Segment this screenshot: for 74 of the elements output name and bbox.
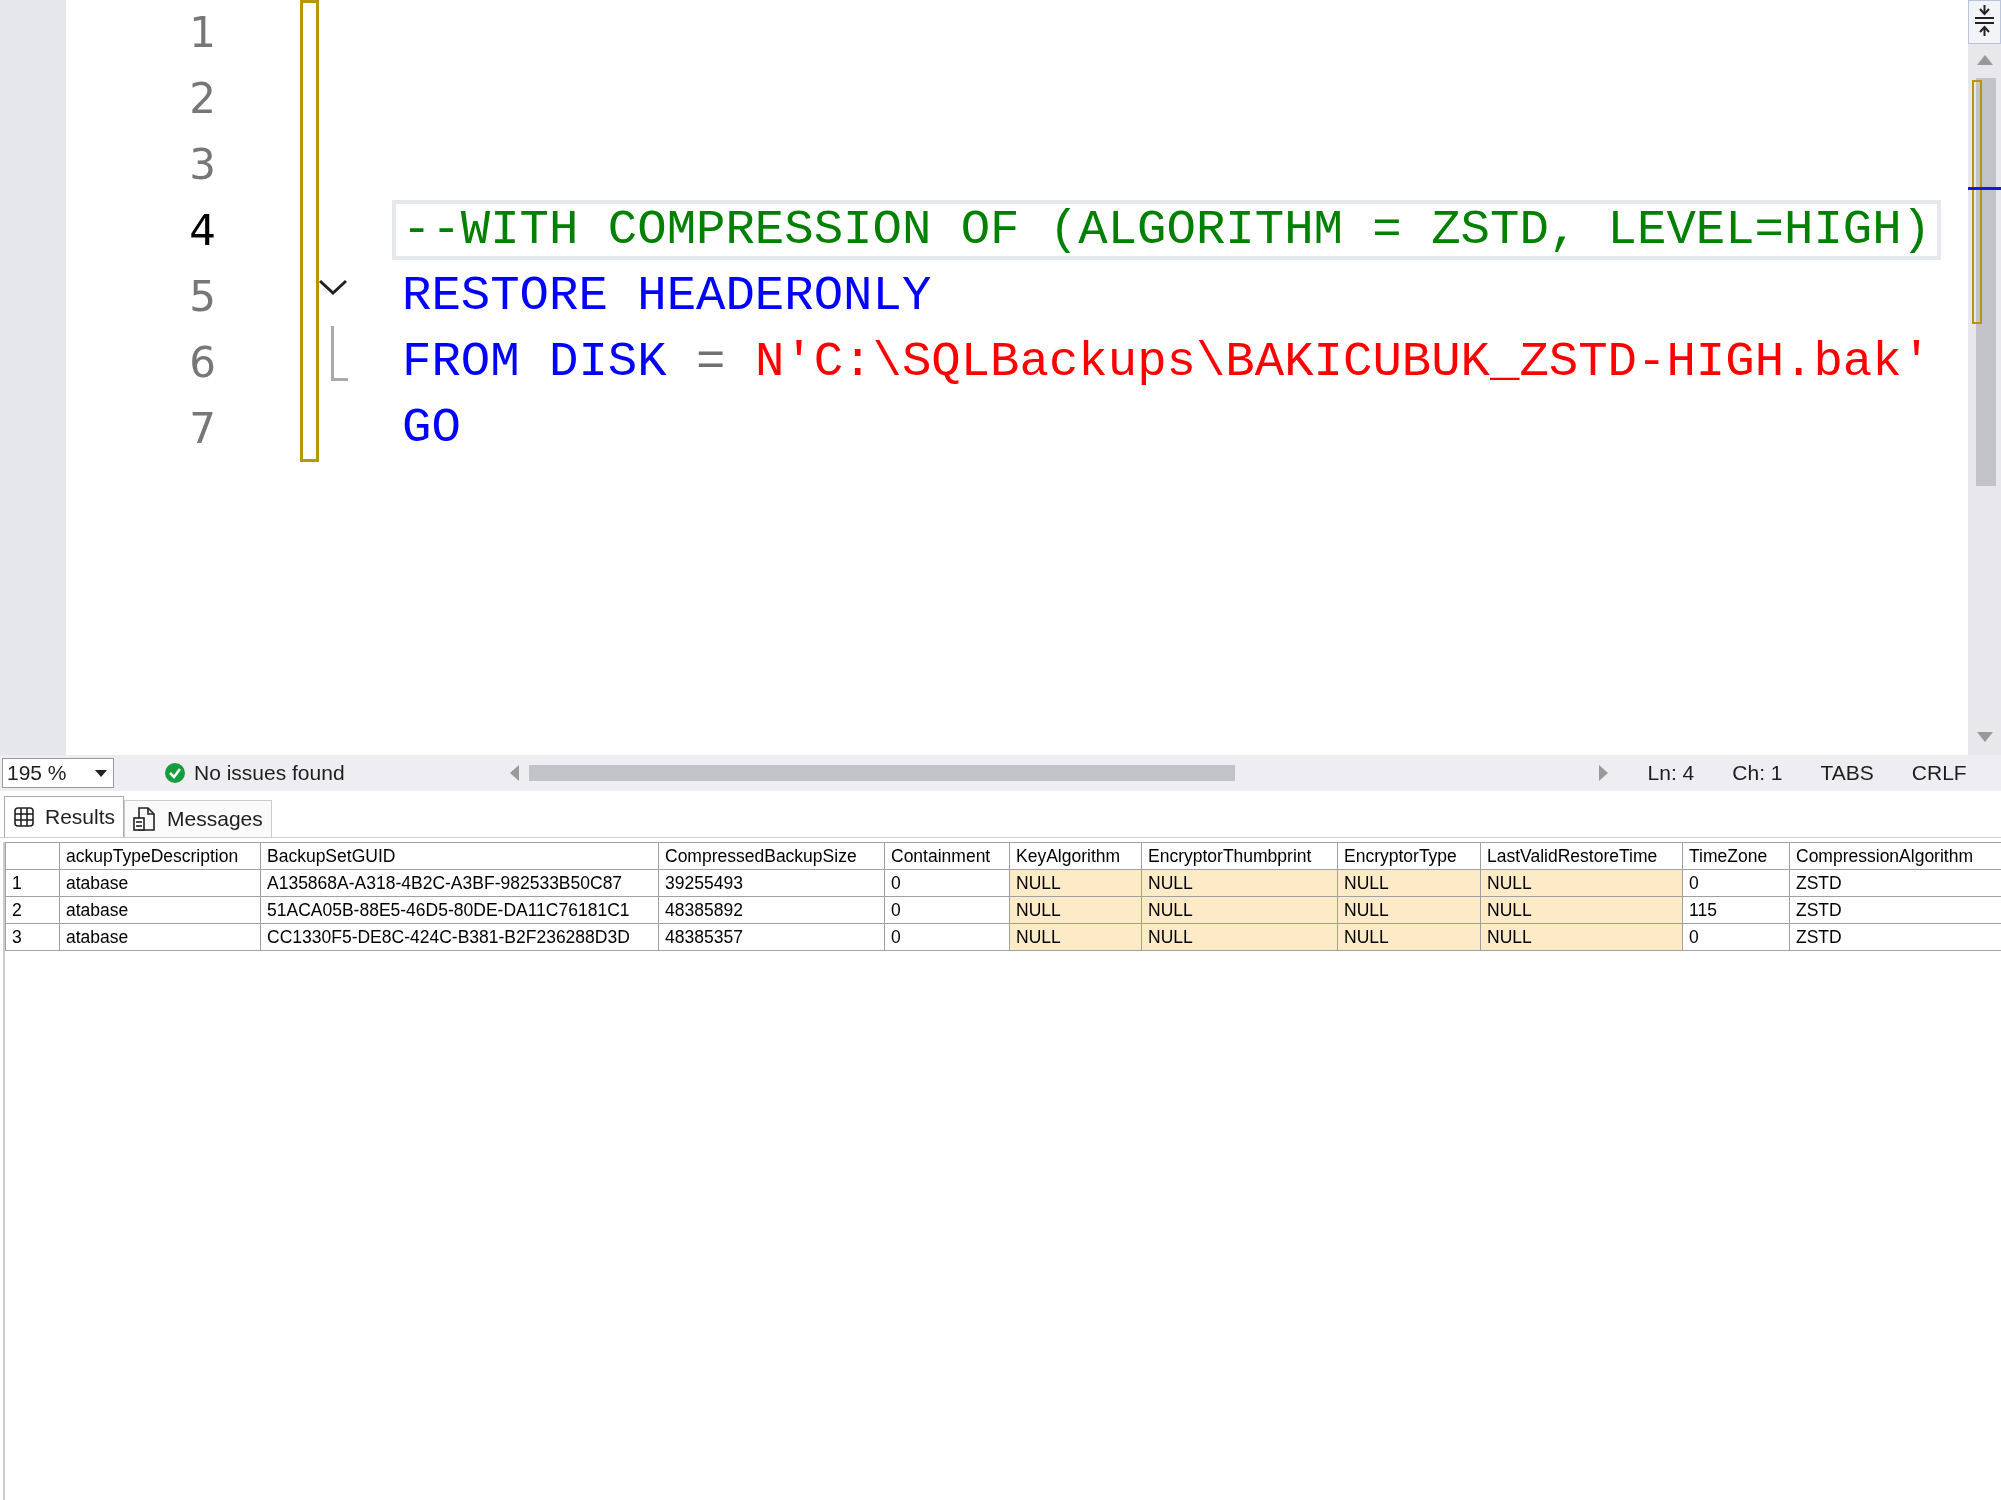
results-tab[interactable]: Results (4, 796, 125, 837)
table-cell: NULL (1009, 869, 1142, 897)
results-tab[interactable]: Messages (124, 800, 272, 837)
column-header[interactable]: LastValidRestoreTime (1480, 842, 1683, 870)
table-cell: A135868A-A318-4B2C-A3BF-982533B50C87 (260, 869, 659, 897)
horizontal-scrollbar-thumb[interactable] (528, 765, 1235, 781)
table-cell: NULL (1480, 896, 1683, 924)
row-number[interactable]: 3 (5, 923, 60, 951)
zoom-dropdown[interactable]: 195 % (2, 758, 114, 788)
table-cell: 0 (1682, 869, 1790, 897)
column-header[interactable]: KeyAlgorithm (1009, 842, 1142, 870)
fold-guide (331, 326, 348, 381)
vertical-scrollbar[interactable] (1968, 0, 2001, 755)
line-number: 6 (188, 337, 216, 387)
scroll-down-icon[interactable] (1977, 732, 1993, 742)
column-header[interactable]: TimeZone (1682, 842, 1790, 870)
table-cell: CC1330F5-DE8C-424C-B381-B2F236288D3D (260, 923, 659, 951)
line-number: 2 (188, 73, 216, 123)
table-cell: 115 (1682, 896, 1790, 924)
table-cell: atabase (59, 869, 261, 897)
code-line: RESTORE HEADERONLY (401, 267, 933, 326)
table-cell: NULL (1141, 869, 1338, 897)
table-cell: 51ACA05B-88E5-46D5-80DE-DA11C76181C1 (260, 896, 659, 924)
scrollbar-thumb[interactable] (1976, 78, 1996, 486)
split-window-button[interactable] (1968, 0, 2001, 44)
column-header[interactable]: EncryptorType (1337, 842, 1481, 870)
column-header[interactable]: ackupTypeDescription (59, 842, 261, 870)
line-number: 1 (188, 7, 216, 57)
indent-mode[interactable]: TABS (1820, 761, 1874, 785)
table-cell: NULL (1141, 923, 1338, 951)
table-cell: NULL (1337, 869, 1481, 897)
line-number: 5 (188, 271, 216, 321)
line-ending-mode[interactable]: CRLF (1911, 761, 1967, 785)
document-icon (133, 806, 158, 832)
line-number: 7 (188, 403, 216, 453)
line-number: 4 (188, 205, 216, 255)
table-cell: 0 (884, 923, 1010, 951)
table-cell: 0 (884, 869, 1010, 897)
table-cell: NULL (1009, 923, 1142, 951)
column-indicator[interactable]: Ch: 1 (1732, 761, 1783, 785)
line-indicator[interactable]: Ln: 4 (1647, 761, 1695, 785)
table-cell: 48385357 (658, 923, 885, 951)
code-line: FROM DISK = N'C:\SQLBackups\BAKICUBUK_ZSTD-HIGH.bak' (401, 333, 1933, 392)
table-cell: NULL (1337, 923, 1481, 951)
scroll-up-icon[interactable] (1977, 55, 1993, 65)
table-cell: NULL (1480, 869, 1683, 897)
row-number[interactable]: 2 (5, 896, 60, 924)
table-cell: atabase (59, 896, 261, 924)
table-cell: NULL (1480, 923, 1683, 951)
column-header[interactable]: BackupSetGUID (260, 842, 659, 870)
check-circle-icon (164, 762, 186, 784)
column-header[interactable]: CompressedBackupSize (658, 842, 885, 870)
issues-status: No issues found (194, 761, 345, 785)
table-cell: 0 (1682, 923, 1790, 951)
caret-position-marker (1968, 187, 2001, 190)
code-line: GO (401, 399, 462, 458)
column-header[interactable]: Containment (884, 842, 1010, 870)
table-cell: NULL (1009, 896, 1142, 924)
table-cell: 39255493 (658, 869, 885, 897)
row-number[interactable]: 1 (5, 869, 60, 897)
scroll-right-icon[interactable] (1598, 765, 1608, 781)
grid-icon (13, 806, 35, 828)
column-header[interactable]: CompressionAlgorithm (1789, 842, 2001, 870)
table-cell: NULL (1141, 896, 1338, 924)
table-cell: 48385892 (658, 896, 885, 924)
column-header[interactable]: EncryptorThumbprint (1141, 842, 1338, 870)
table-cell: 0 (884, 896, 1010, 924)
collapse-chevron-icon[interactable] (318, 278, 348, 296)
table-cell: atabase (59, 923, 261, 951)
table-cell: NULL (1337, 896, 1481, 924)
dropdown-arrow-icon (95, 769, 107, 777)
scroll-left-icon[interactable] (509, 765, 519, 781)
line-number: 3 (188, 139, 216, 189)
row-header-corner (5, 842, 60, 870)
